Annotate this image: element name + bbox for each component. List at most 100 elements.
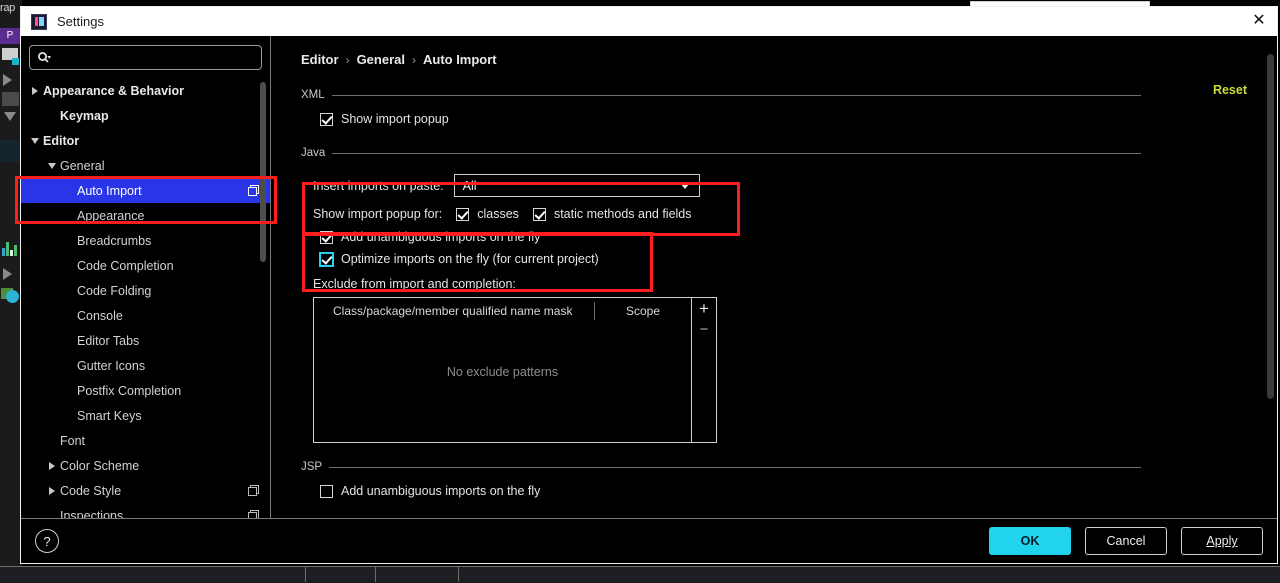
chevron-right-icon[interactable] bbox=[27, 86, 43, 95]
section-xml: XML Show import popup bbox=[301, 89, 1277, 126]
search-input[interactable] bbox=[56, 49, 261, 66]
sidebar-item-general[interactable]: General bbox=[21, 153, 270, 178]
add-pattern-button[interactable]: + bbox=[699, 300, 709, 317]
ide-icon-block bbox=[2, 92, 19, 106]
chevron-down-icon[interactable] bbox=[27, 137, 43, 144]
checkbox-label: Show import popup bbox=[341, 112, 449, 126]
settings-tree: Appearance & Behavior Keymap Editor General… bbox=[21, 76, 270, 518]
section-jsp: JSP Add unambiguous imports on the fly bbox=[301, 461, 1277, 498]
checkbox-label: static methods and fields bbox=[553, 207, 692, 221]
exclude-from-import-label: Exclude from import and completion: bbox=[313, 277, 516, 291]
sidebar-item-label: Color Scheme bbox=[60, 458, 140, 473]
sidebar-item-appearance[interactable]: Appearance bbox=[21, 203, 270, 228]
sidebar-item-postfix-completion[interactable]: Postfix Completion bbox=[21, 378, 270, 403]
section-divider bbox=[331, 94, 1141, 96]
sidebar-item-console[interactable]: Console bbox=[21, 303, 270, 328]
apply-button[interactable]: Apply bbox=[1181, 527, 1263, 555]
ide-run-arrow-2 bbox=[3, 268, 12, 280]
ide-collapse-arrow bbox=[4, 112, 16, 121]
copy-settings-icon[interactable] bbox=[248, 184, 260, 197]
ok-button[interactable]: OK bbox=[989, 527, 1071, 555]
sidebar-item-editor-tabs[interactable]: Editor Tabs bbox=[21, 328, 270, 353]
dialog-body: Appearance & Behavior Keymap Editor General… bbox=[15, 36, 1277, 518]
checkbox-icon[interactable] bbox=[532, 207, 546, 221]
insert-imports-label: Insert imports on paste: bbox=[313, 178, 444, 193]
ide-chart-icon bbox=[2, 240, 17, 256]
checkbox-popup-for-classes[interactable]: classes bbox=[456, 207, 519, 221]
exclude-patterns-table: Class/package/member qualified name mask… bbox=[313, 297, 717, 443]
checkbox-add-unambiguous-java[interactable]: Add unambiguous imports on the fly bbox=[320, 230, 1277, 244]
breadcrumb-editor[interactable]: Editor bbox=[301, 52, 339, 67]
sidebar-item-inspections[interactable]: Inspections bbox=[21, 503, 270, 518]
search-box[interactable] bbox=[29, 45, 262, 70]
checkbox-icon[interactable] bbox=[320, 252, 333, 266]
intellij-icon bbox=[31, 13, 47, 30]
chevron-down-icon[interactable] bbox=[44, 162, 60, 169]
ide-backdrop-title: rap bbox=[0, 2, 15, 14]
sidebar-item-keymap[interactable]: Keymap bbox=[21, 103, 270, 128]
section-jsp-header: JSP bbox=[301, 461, 1277, 473]
checkbox-icon[interactable] bbox=[456, 207, 470, 221]
sidebar-scrollbar[interactable] bbox=[260, 82, 266, 262]
breadcrumb-general[interactable]: General bbox=[357, 52, 405, 67]
content-scrollbar[interactable] bbox=[1267, 54, 1274, 399]
checkbox-label: Add unambiguous imports on the fly bbox=[341, 230, 541, 244]
breadcrumb: Editor › General › Auto Import bbox=[271, 36, 1277, 67]
close-icon[interactable]: ✕ bbox=[1247, 10, 1271, 32]
sidebar-item-code-folding[interactable]: Code Folding bbox=[21, 278, 270, 303]
help-icon[interactable]: ? bbox=[35, 529, 59, 553]
sidebar-item-label: Editor bbox=[43, 133, 80, 148]
table-empty-message: No exclude patterns bbox=[446, 365, 559, 379]
ide-panel-chip bbox=[0, 140, 21, 162]
copy-settings-icon[interactable] bbox=[248, 484, 260, 497]
section-jsp-title: JSP bbox=[301, 461, 323, 473]
sidebar-item-appearance-behavior[interactable]: Appearance & Behavior bbox=[21, 78, 270, 103]
copy-settings-icon[interactable] bbox=[248, 509, 260, 518]
remove-pattern-button[interactable]: − bbox=[700, 322, 709, 337]
cancel-button[interactable]: Cancel bbox=[1085, 527, 1167, 555]
table-header-row: Class/package/member qualified name mask… bbox=[314, 298, 691, 324]
column-header-mask[interactable]: Class/package/member qualified name mask bbox=[314, 304, 594, 318]
checkbox-icon[interactable] bbox=[320, 112, 333, 126]
sidebar-item-label: Appearance bbox=[77, 208, 145, 223]
sidebar-item-editor[interactable]: Editor bbox=[21, 128, 270, 153]
sidebar-item-color-scheme[interactable]: Color Scheme bbox=[21, 453, 270, 478]
show-import-popup-for-label: Show import popup for: bbox=[313, 207, 443, 221]
ide-bottom-divider-1 bbox=[305, 566, 306, 582]
sidebar-item-label: Smart Keys bbox=[77, 408, 142, 423]
sidebar-item-label: Editor Tabs bbox=[77, 333, 140, 348]
checkbox-label: Optimize imports on the fly (for current… bbox=[341, 252, 599, 266]
search-area bbox=[21, 36, 270, 76]
sidebar-item-font[interactable]: Font bbox=[21, 428, 270, 453]
sidebar-item-code-style[interactable]: Code Style bbox=[21, 478, 270, 503]
checkbox-icon[interactable] bbox=[320, 484, 333, 498]
checkbox-icon[interactable] bbox=[320, 230, 333, 244]
sidebar-item-label: Code Completion bbox=[77, 258, 174, 273]
ide-bottom-panel bbox=[0, 566, 1280, 583]
section-java-header: Java bbox=[301, 147, 1277, 159]
dialog-titlebar: Settings ✕ bbox=[21, 7, 1277, 36]
chevron-right-icon[interactable] bbox=[44, 461, 60, 470]
sidebar-item-breadcrumbs[interactable]: Breadcrumbs bbox=[21, 228, 270, 253]
sidebar-item-label: Postfix Completion bbox=[77, 383, 182, 398]
checkbox-add-unambiguous-jsp[interactable]: Add unambiguous imports on the fly bbox=[320, 484, 1277, 498]
search-icon bbox=[38, 51, 51, 63]
sidebar-item-label: Code Style bbox=[60, 483, 122, 498]
column-header-scope[interactable]: Scope bbox=[595, 304, 691, 318]
sidebar-item-label: Keymap bbox=[60, 108, 109, 123]
sidebar-item-smart-keys[interactable]: Smart Keys bbox=[21, 403, 270, 428]
sidebar-item-code-completion[interactable]: Code Completion bbox=[21, 253, 270, 278]
checkbox-popup-for-static-methods[interactable]: static methods and fields bbox=[532, 207, 692, 221]
checkbox-optimize-imports[interactable]: Optimize imports on the fly (for current… bbox=[320, 252, 1277, 266]
dialog-footer: ? OK Cancel Apply bbox=[21, 518, 1277, 563]
settings-dialog: Settings ✕ Appearance & Behavior Keymap Ed… bbox=[15, 6, 1278, 564]
ide-project-chip: P bbox=[0, 28, 20, 44]
sidebar-item-gutter-icons[interactable]: Gutter Icons bbox=[21, 353, 270, 378]
checkbox-xml-show-import-popup[interactable]: Show import popup bbox=[320, 112, 1277, 126]
insert-imports-dropdown[interactable]: All bbox=[453, 174, 700, 197]
chevron-right-icon[interactable] bbox=[44, 486, 60, 495]
chevron-right-icon: › bbox=[345, 52, 350, 67]
section-java-title: Java bbox=[301, 147, 326, 159]
sidebar-item-label: Breadcrumbs bbox=[77, 233, 152, 248]
sidebar-item-auto-import[interactable]: Auto Import bbox=[21, 178, 270, 203]
